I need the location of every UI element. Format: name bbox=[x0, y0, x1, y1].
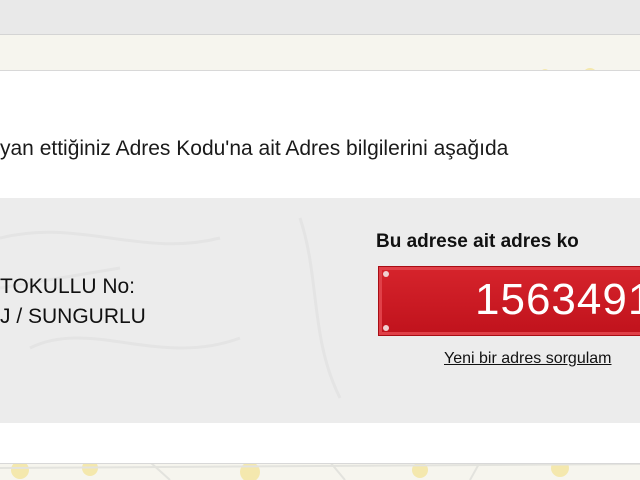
address-code-heading: Bu adrese ait adres ko bbox=[376, 231, 579, 252]
screw-dot-icon bbox=[383, 325, 389, 331]
address-code-value: 1563491 bbox=[475, 275, 640, 324]
new-address-query-link[interactable]: Yeni bir adres sorgulam bbox=[444, 350, 612, 368]
address-line-1: TOKULLU No: bbox=[0, 275, 135, 298]
top-bar bbox=[0, 0, 640, 35]
address-line-2: J / SUNGURLU bbox=[0, 305, 146, 328]
address-code-box: 1563491 bbox=[378, 266, 640, 336]
info-text: yan ettiğiniz Adres Kodu'na ait Adres bi… bbox=[0, 137, 509, 160]
screw-dot-icon bbox=[383, 271, 389, 277]
